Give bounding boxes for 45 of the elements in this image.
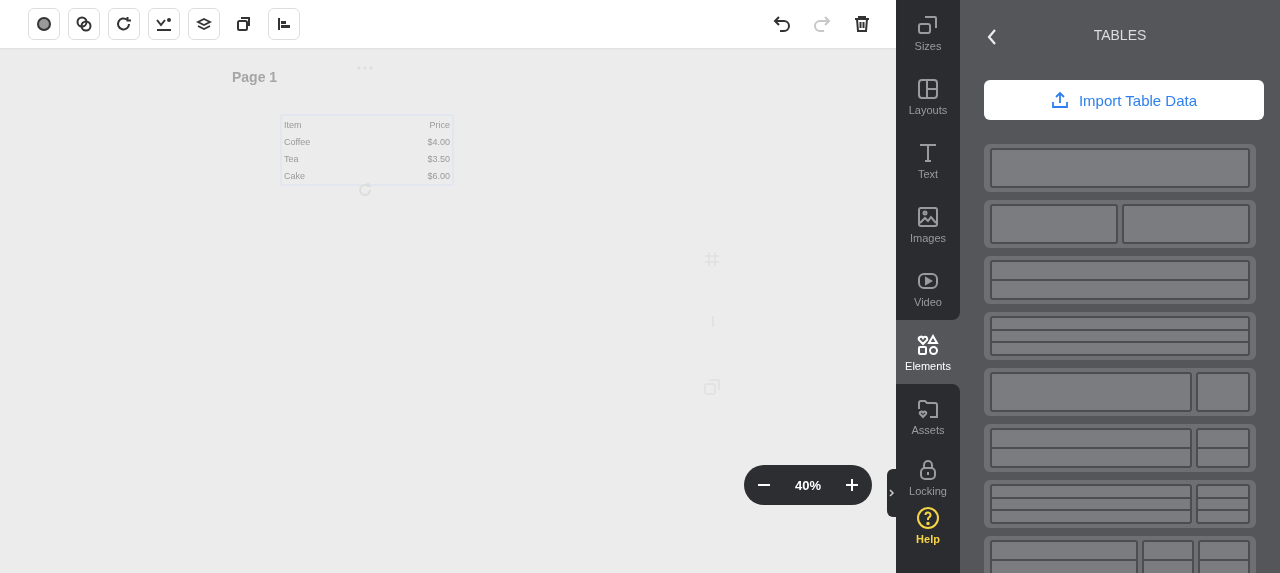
table-cell: Tea [284,153,299,164]
texture-button[interactable] [28,8,60,40]
zoom-level: 40% [795,477,821,493]
animate-button[interactable] [148,8,180,40]
nav-tab[interactable]: Locking [896,448,960,506]
image-icon [916,204,940,229]
panel-title: TABLES [1092,27,1148,43]
sidebar-background [896,564,960,573]
help-icon [916,506,940,530]
layout-icon [916,76,940,101]
table-cell: $6.00 [427,170,450,181]
duplicate-icon [236,16,252,32]
align-button[interactable] [268,8,300,40]
collapse-tab[interactable] [887,469,896,517]
layers-button[interactable] [188,8,220,40]
table-cell: Coffee [284,136,311,147]
align-left-icon [276,16,292,32]
rotate-icon [115,15,133,33]
chevron-right-icon [888,489,895,497]
bounce-icon [154,15,174,33]
nav-tab[interactable]: Images [896,192,960,256]
table-cell: Item [284,119,302,130]
trash-icon [853,15,871,33]
nav-tab[interactable]: Assets [896,384,960,448]
nav-tab[interactable]: Video [896,256,960,320]
upload-icon [1050,91,1069,109]
chevron-left-icon [986,28,998,46]
undo-icon [772,14,792,34]
help-button[interactable]: Help [896,506,960,564]
table-cell: Cake [284,170,305,181]
shapes-icon [916,332,940,357]
mask-button[interactable] [68,8,100,40]
page-title: Page 1 [232,69,278,85]
nav-tab[interactable]: Text [896,128,960,192]
rotate-button[interactable] [108,8,140,40]
layers-icon [196,16,212,32]
table-cell: $4.00 [427,136,450,147]
table-cell: $3.50 [427,153,450,164]
table-cell: Price [429,119,450,130]
nav-tab[interactable]: Sizes [896,0,960,64]
nav-tab[interactable]: Layouts [896,64,960,128]
redo-icon [812,14,832,34]
overlapping-circles-icon [75,15,93,33]
import-button[interactable]: Import Table Data [984,80,1264,120]
plus-icon [845,478,859,492]
